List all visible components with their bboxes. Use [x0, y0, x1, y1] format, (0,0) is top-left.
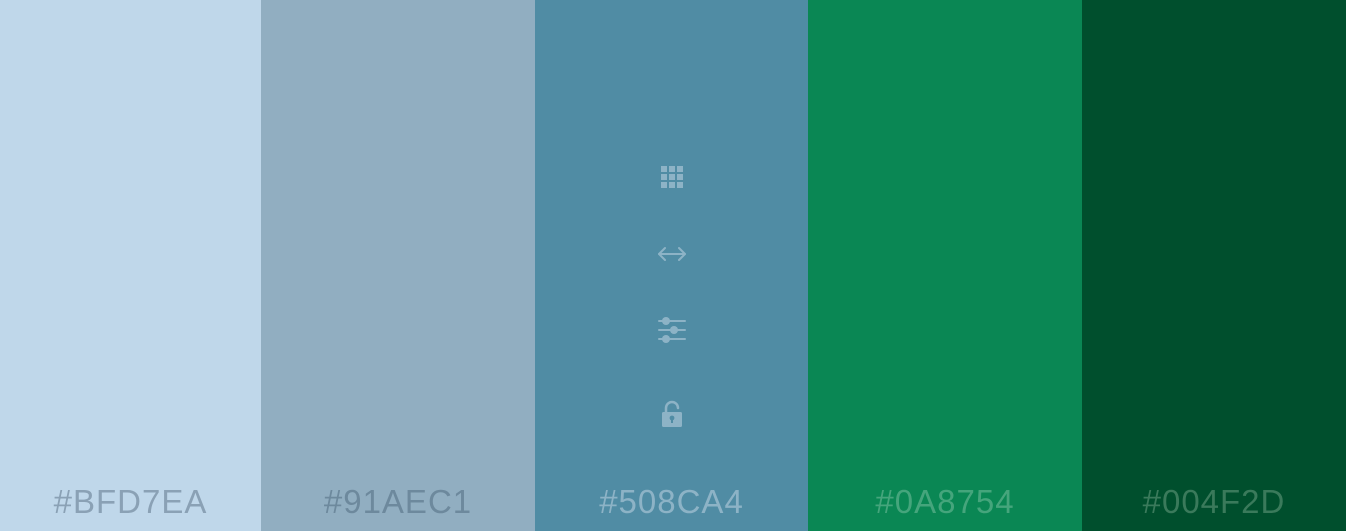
lock-icon: [661, 400, 683, 428]
swatch-tools: [535, 0, 808, 531]
swatch-0a8754[interactable]: #0A8754: [808, 0, 1082, 531]
color-palette: #BFD7EA #91AEC1 #508CA4 #0A8754 #004F2D: [0, 0, 1346, 531]
swatch-hex-label[interactable]: #91AEC1: [261, 483, 535, 521]
swatch-bfd7ea[interactable]: #BFD7EA: [0, 0, 261, 531]
drag-horizontal-icon: [656, 244, 688, 264]
swatch-hex-label[interactable]: #004F2D: [1082, 483, 1346, 521]
swatch-hex-label[interactable]: #BFD7EA: [0, 483, 261, 521]
swatch-hex-label[interactable]: #0A8754: [808, 483, 1082, 521]
view-shades-button[interactable]: [654, 159, 690, 195]
swatch-508ca4[interactable]: #508CA4: [535, 0, 808, 531]
lock-color-button[interactable]: [654, 396, 690, 432]
swatch-91aec1[interactable]: #91AEC1: [261, 0, 535, 531]
drag-swatch-handle[interactable]: [654, 236, 690, 272]
adjust-color-button[interactable]: [654, 312, 690, 348]
grid-icon: [660, 165, 684, 189]
swatch-hex-label[interactable]: #508CA4: [535, 483, 808, 521]
adjust-sliders-icon: [657, 316, 687, 344]
swatch-004f2d[interactable]: #004F2D: [1082, 0, 1346, 531]
